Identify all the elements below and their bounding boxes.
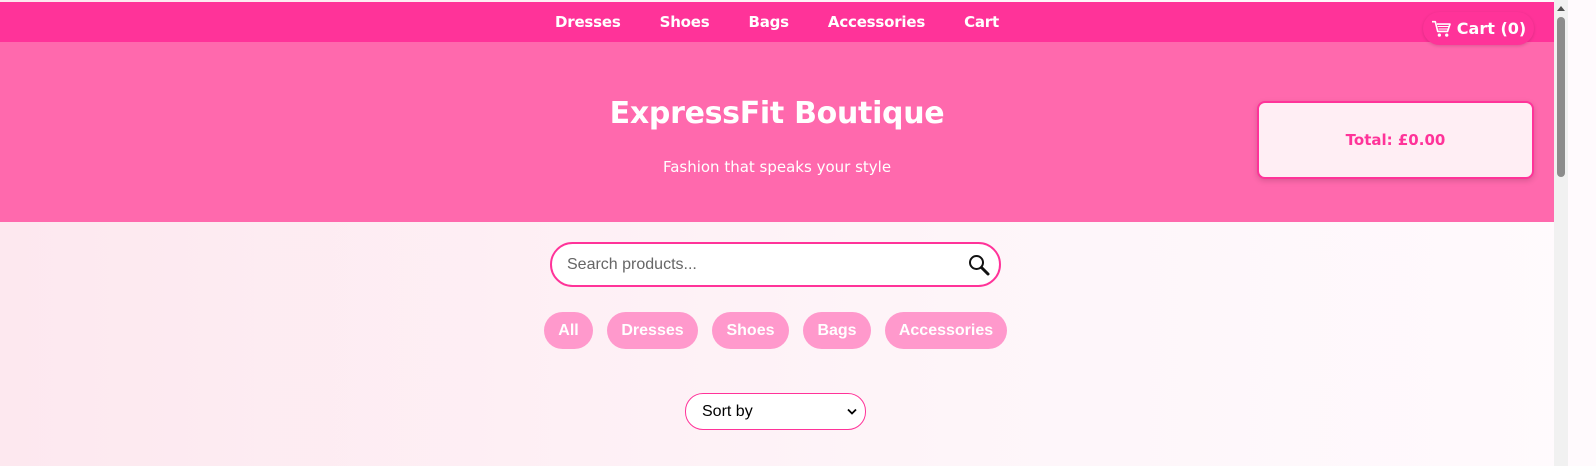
filter-bags-button[interactable]: Bags <box>803 312 871 349</box>
nav-link-cart[interactable]: Cart <box>964 13 999 31</box>
sort-selected-value: Sort by <box>702 402 753 420</box>
page-scrollbar[interactable] <box>1554 0 1568 466</box>
cart-label: Cart (0) <box>1456 19 1527 38</box>
scroll-up-arrow-icon[interactable] <box>1556 4 1566 14</box>
page: Dresses Shoes Bags Accessories Cart Cart… <box>0 0 1554 466</box>
cart-button[interactable]: Cart (0) <box>1423 12 1534 45</box>
scrollbar-thumb[interactable] <box>1557 17 1565 177</box>
nav-link-bags[interactable]: Bags <box>748 13 789 31</box>
filter-shoes-button[interactable]: Shoes <box>712 312 789 349</box>
nav-link-shoes[interactable]: Shoes <box>660 13 710 31</box>
cart-icon <box>1431 20 1451 37</box>
category-filters: All Dresses Shoes Bags Accessories <box>544 312 1007 349</box>
cart-total-label: Total: £0.00 <box>1345 131 1446 149</box>
chevron-down-icon <box>847 408 857 415</box>
filter-dresses-button[interactable]: Dresses <box>607 312 698 349</box>
filter-all-button[interactable]: All <box>544 312 593 349</box>
search-icon[interactable] <box>967 253 991 277</box>
sort-select[interactable]: Sort by <box>685 393 866 430</box>
search-input[interactable] <box>567 253 957 277</box>
search-bar <box>550 242 1001 287</box>
top-nav: Dresses Shoes Bags Accessories Cart <box>0 2 1554 42</box>
top-nav-bar: Dresses Shoes Bags Accessories Cart <box>0 2 1554 42</box>
nav-link-dresses[interactable]: Dresses <box>555 13 621 31</box>
nav-link-accessories[interactable]: Accessories <box>828 13 925 31</box>
filter-accessories-button[interactable]: Accessories <box>885 312 1007 349</box>
cart-total-panel: Total: £0.00 <box>1257 101 1534 179</box>
